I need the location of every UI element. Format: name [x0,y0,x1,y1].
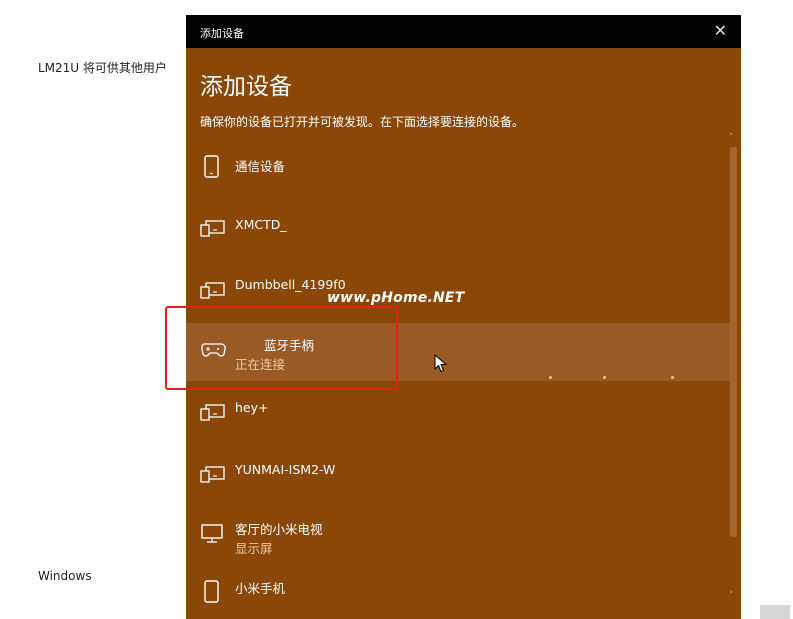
window-title: 添加设备 [200,27,244,40]
instruction-text: 确保你的设备已打开并可被发现。在下面选择要连接的设备。 [200,115,525,129]
device-item-7[interactable]: 小米手机 [186,569,734,619]
device-name: hey+ [235,400,269,415]
background-text: LM21U 将可供其他用户 [38,61,167,75]
progress-dot [603,376,606,379]
device-icon [200,200,226,262]
title-bar: 添加设备 ✕ [186,15,741,48]
phone-icon [200,569,224,619]
scroll-up-icon[interactable]: ˄ [729,133,734,143]
device-item-4[interactable]: hey+ [186,384,734,442]
device-name: XMCTD_ [235,217,287,232]
annotation-box [165,306,398,390]
scroll-down-icon[interactable]: ˅ [729,591,734,601]
phone-icon [200,139,224,201]
device-name: 小米手机 [235,581,286,596]
page-title: 添加设备 [200,74,292,100]
scrollbar[interactable]: ˄ ˅ [726,133,741,619]
mouse-cursor-icon [434,354,448,373]
device-icon [200,384,226,446]
watermark: www.pHome.NET [327,290,465,306]
device-name: 客厅的小米电视 [235,522,323,537]
device-name: YUNMAI-ISM2-W [235,462,336,477]
device-name: 通信设备 [235,159,286,174]
corner-badge [760,605,790,619]
device-status: 显示屏 [235,541,273,556]
device-item-1[interactable]: XMCTD_ [186,200,734,258]
progress-dot [671,376,674,379]
device-item-5[interactable]: YUNMAI-ISM2-W [186,446,734,504]
background-windows-text: Windows [38,569,92,583]
monitor-icon [200,507,226,569]
device-icon [200,446,226,508]
close-button[interactable]: ✕ [714,21,727,40]
device-item-6[interactable]: 客厅的小米电视 显示屏 [186,507,734,565]
progress-dot [549,376,552,379]
device-item-0[interactable]: 通信设备 [186,139,734,197]
scrollbar-thumb[interactable] [730,147,737,537]
